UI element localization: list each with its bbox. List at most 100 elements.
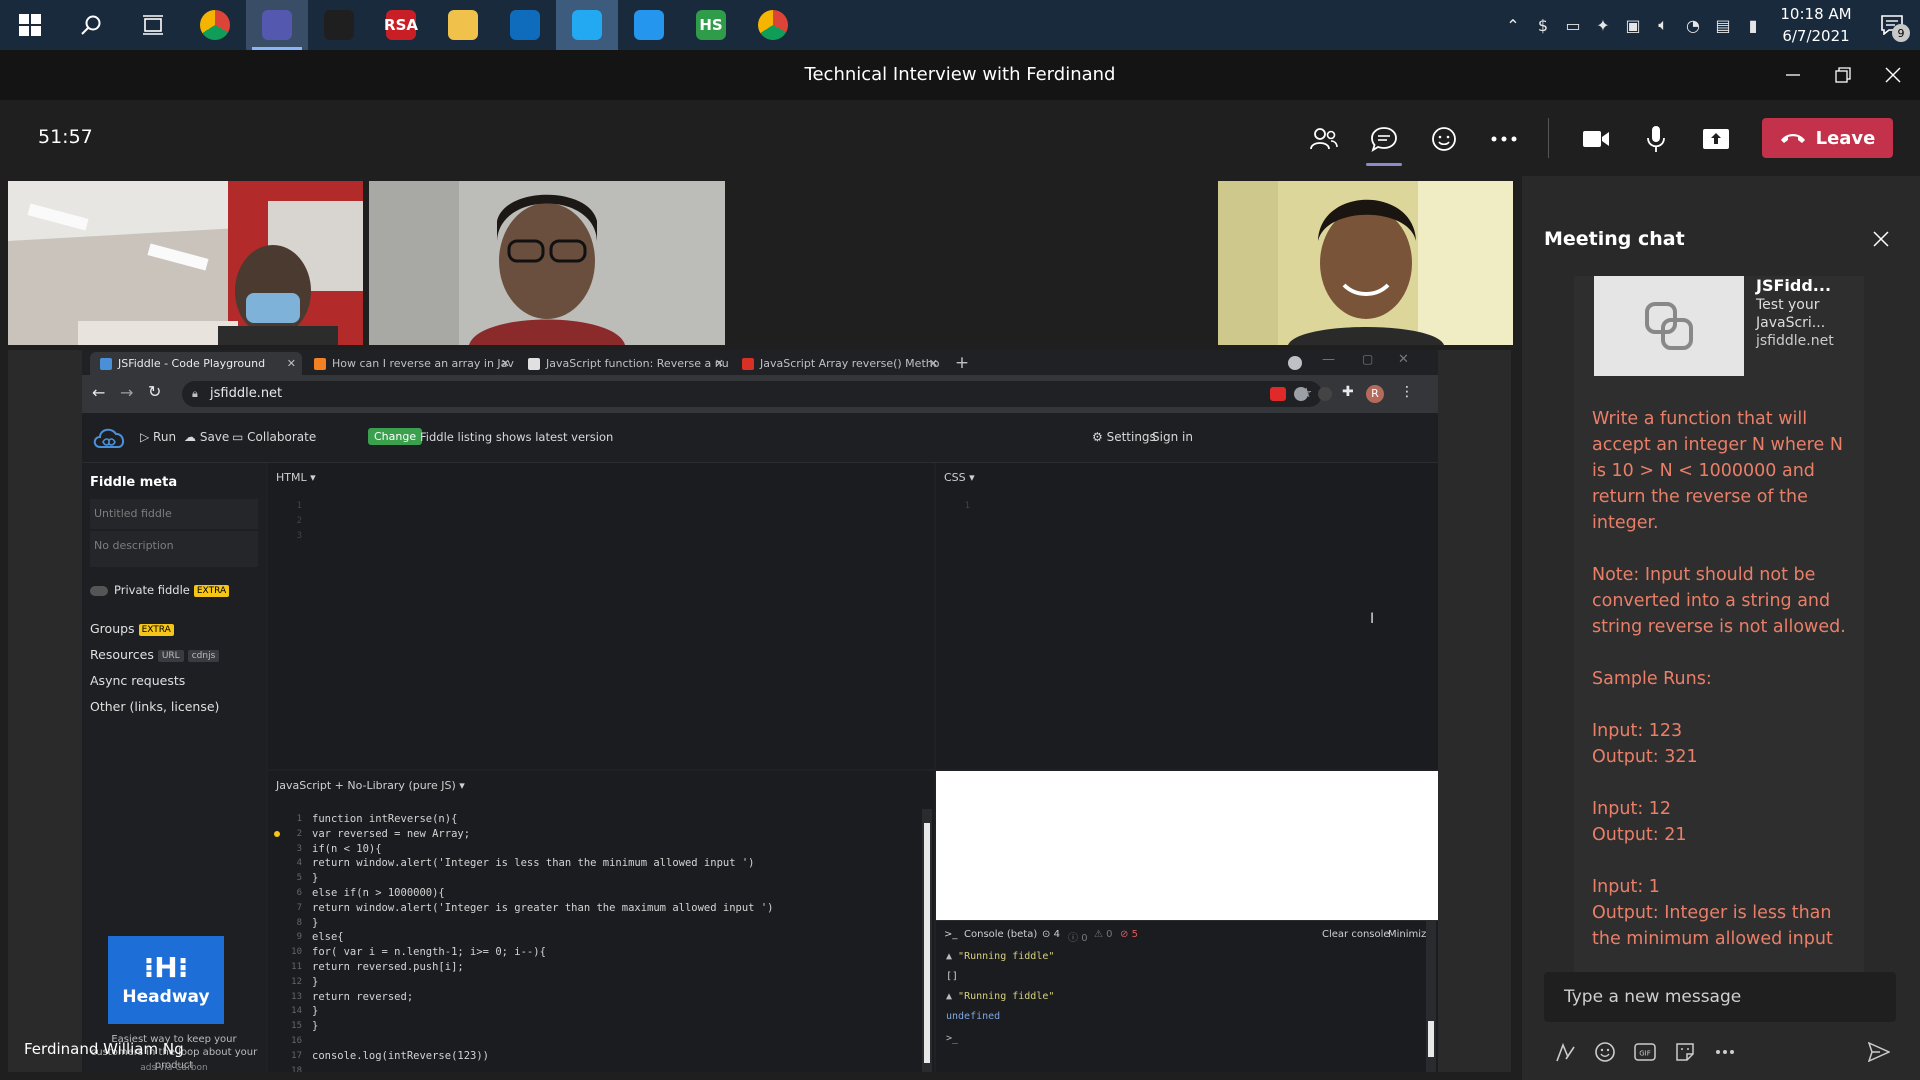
taskbar-app-button[interactable] <box>308 0 370 50</box>
taskbar-app-button[interactable] <box>246 0 308 50</box>
change-badge[interactable]: Change <box>368 428 423 445</box>
other-links-link[interactable]: Other (links, license) <box>90 699 219 714</box>
resources-link[interactable]: Resources URL cdnjs <box>90 647 220 662</box>
carbon-ad-via[interactable]: ads via Carbon <box>86 1063 262 1072</box>
save-button[interactable]: ☁ Save <box>184 430 229 444</box>
link-preview-card[interactable]: JSFidd... Test your JavaScri... jsfiddle… <box>1578 276 1856 378</box>
taskbar-app-button[interactable]: HS <box>680 0 742 50</box>
browser-tab-jsfiddle[interactable]: JSFiddle - Code Playground ✕ <box>90 352 302 375</box>
html-panel[interactable]: HTML ▾ 1 2 3 <box>268 463 934 769</box>
taskbar-app-button[interactable] <box>618 0 680 50</box>
run-button[interactable]: ▷ Run <box>140 430 176 444</box>
notification-center-button[interactable]: 9 <box>1864 0 1920 50</box>
teams-tray-icon[interactable]: ✦ <box>1588 0 1618 50</box>
browser-tab-stackoverflow[interactable]: How can I reverse an array in Jav ✕ <box>304 352 516 375</box>
chat-button[interactable] <box>1362 118 1406 166</box>
chat-message-bubble[interactable]: JSFidd... Test your JavaScri... jsfiddle… <box>1574 276 1864 1021</box>
close-icon[interactable]: ✕ <box>1398 352 1409 367</box>
error-count[interactable]: ⊘ 5 <box>1120 929 1138 940</box>
editor-scrollbar-thumb[interactable] <box>924 823 930 1063</box>
browser-tab-mdn[interactable]: JavaScript Array reverse() Metho ✕ <box>732 352 944 375</box>
css-panel-label[interactable]: CSS ▾ <box>944 471 975 484</box>
adblock-extension-icon[interactable] <box>1270 387 1286 401</box>
participants-button[interactable] <box>1302 118 1346 160</box>
extension-icon[interactable] <box>1294 387 1308 401</box>
minimize-window-button[interactable] <box>1768 50 1818 100</box>
extensions-puzzle-icon[interactable]: ✚ <box>1342 384 1354 400</box>
participant-video-2[interactable] <box>369 181 725 345</box>
participant-video-3[interactable] <box>1218 181 1513 345</box>
leave-button[interactable]: Leave <box>1762 118 1893 158</box>
docker-tray-icon[interactable]: ▤ <box>1708 0 1738 50</box>
microphone-button[interactable] <box>1634 118 1678 160</box>
taskbar-app-button[interactable] <box>742 0 804 50</box>
wifi-icon[interactable]: ◔ <box>1678 0 1708 50</box>
share-screen-button[interactable] <box>1694 118 1738 160</box>
close-tab-icon[interactable]: ✕ <box>501 352 510 375</box>
camera-button[interactable] <box>1574 118 1618 160</box>
fiddle-title-input[interactable]: Untitled fiddle <box>90 499 258 529</box>
chat-compose-input[interactable]: Type a new message <box>1544 972 1896 1022</box>
console-input-prompt[interactable]: >_ <box>946 1033 958 1044</box>
fiddle-description-input[interactable]: No description <box>90 531 258 567</box>
restore-icon[interactable]: ▢ <box>1362 352 1373 366</box>
result-panel[interactable] <box>936 771 1438 920</box>
new-tab-button[interactable]: + <box>950 352 974 374</box>
clock[interactable]: 10:18 AM 6/7/2021 <box>1768 3 1864 47</box>
more-options-button[interactable] <box>1710 1037 1740 1067</box>
async-requests-link[interactable]: Async requests <box>90 673 185 688</box>
info-count[interactable]: ⓘ 0 <box>1068 929 1088 944</box>
s-tray-icon[interactable]: $ <box>1528 0 1558 50</box>
emoji-button[interactable] <box>1590 1037 1620 1067</box>
url-tag[interactable]: URL <box>157 649 184 662</box>
taskbar-app-button[interactable] <box>184 0 246 50</box>
editor-scrollbar[interactable] <box>922 809 932 1072</box>
jsfiddle-logo-icon[interactable] <box>92 425 126 451</box>
more-actions-button[interactable] <box>1482 118 1526 160</box>
url-field[interactable]: 🔒︎ jsfiddle.net ☆ <box>182 381 1322 407</box>
send-button[interactable] <box>1864 1037 1894 1067</box>
raise-hand-button[interactable] <box>1422 118 1466 160</box>
clear-console-button[interactable]: Clear console <box>1322 929 1390 940</box>
log-count[interactable]: ⊙ 4 <box>1042 929 1060 940</box>
search-button[interactable] <box>60 0 122 50</box>
browser-tab-w3resource[interactable]: JavaScript function: Reverse a nu ✕ <box>518 352 730 375</box>
html-panel-label[interactable]: HTML ▾ <box>276 471 316 484</box>
gif-button[interactable]: GIF <box>1630 1037 1660 1067</box>
back-icon[interactable]: ← <box>92 383 105 402</box>
display-icon[interactable]: ▣ <box>1618 0 1648 50</box>
taskbar-app-button[interactable] <box>556 0 618 50</box>
sign-in-button[interactable]: Sign in <box>1152 430 1193 444</box>
console-scrollbar[interactable] <box>1426 921 1436 1072</box>
browser-menu-icon[interactable]: ⋮ <box>1400 384 1414 400</box>
javascript-panel-label[interactable]: JavaScript + No-Library (pure JS) ▾ <box>276 779 465 792</box>
taskbar-app-button[interactable] <box>494 0 556 50</box>
close-window-button[interactable] <box>1868 50 1918 100</box>
javascript-panel[interactable]: JavaScript + No-Library (pure JS) ▾ 1 2 … <box>268 771 934 1072</box>
close-chat-button[interactable] <box>1866 224 1896 254</box>
reload-icon[interactable]: ↻ <box>148 382 161 401</box>
groups-link[interactable]: Groups EXTRA <box>90 621 174 636</box>
sticker-button[interactable] <box>1670 1037 1700 1067</box>
battery-icon[interactable]: ▭ <box>1558 0 1588 50</box>
console-scrollbar-thumb[interactable] <box>1428 1021 1434 1057</box>
collaborate-button[interactable]: ▭ Collaborate <box>232 430 316 444</box>
format-button[interactable] <box>1550 1037 1580 1067</box>
volume-icon[interactable]: 🔈︎ <box>1648 0 1678 50</box>
restore-window-button[interactable] <box>1818 50 1868 100</box>
settings-button[interactable]: ⚙ Settings <box>1092 430 1156 444</box>
javascript-code-editor[interactable]: function intReverse(n){ var reversed = n… <box>312 812 773 1064</box>
tab-search-icon[interactable] <box>1288 356 1302 370</box>
participant-video-1[interactable] <box>8 181 363 345</box>
cdnjs-tag[interactable]: cdnjs <box>187 649 220 662</box>
chevron-up-icon[interactable]: ⌃ <box>1498 0 1528 50</box>
taskbar-app-button[interactable] <box>432 0 494 50</box>
taskbar-app-button[interactable]: RSA <box>370 0 432 50</box>
warn-count[interactable]: ⚠ 0 <box>1094 929 1113 940</box>
close-tab-icon[interactable]: ✕ <box>929 352 938 375</box>
forward-icon[interactable]: → <box>120 383 133 402</box>
extension-icon[interactable] <box>1318 387 1332 401</box>
close-tab-icon[interactable]: ✕ <box>287 352 296 375</box>
close-tab-icon[interactable]: ✕ <box>715 352 724 375</box>
minimize-icon[interactable]: — <box>1322 352 1335 367</box>
